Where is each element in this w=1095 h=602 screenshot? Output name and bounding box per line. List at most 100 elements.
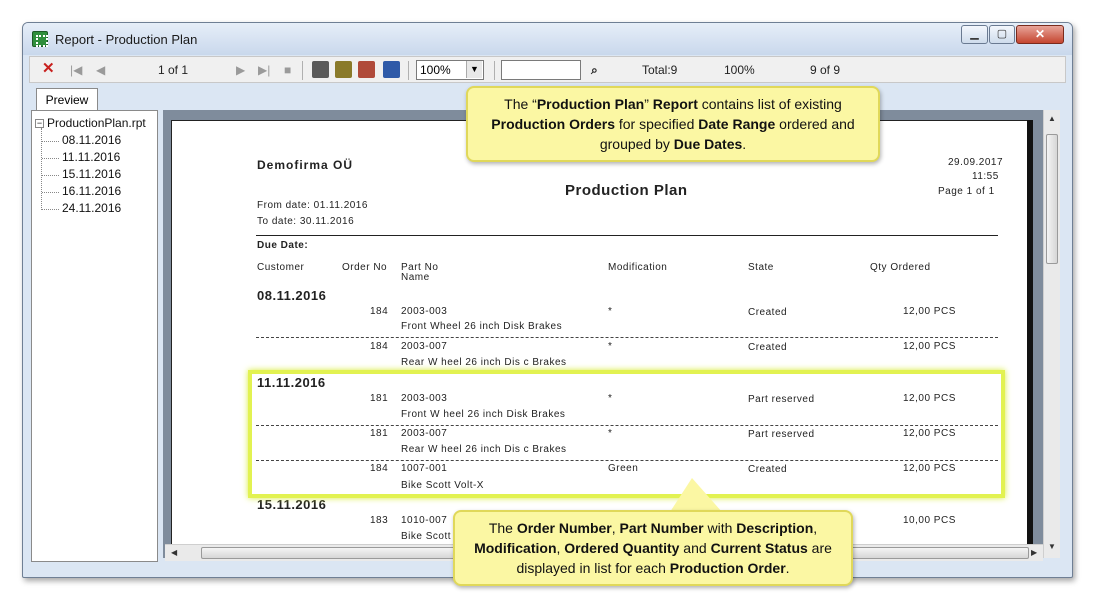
stop-icon[interactable]: ■ (284, 61, 291, 79)
tree-connector (42, 192, 59, 193)
tree-connector (42, 158, 59, 159)
previous-page-icon[interactable]: ◀ (96, 61, 105, 79)
from-date: From date: 01.11.2016 (257, 200, 368, 211)
window-title: Report - Production Plan (55, 32, 198, 47)
binoculars-search-icon[interactable]: ⌕ (591, 61, 598, 79)
total-count: Total:9 (642, 63, 678, 77)
tree-item[interactable]: 16.11.2016 (62, 184, 121, 198)
record-count: 9 of 9 (810, 63, 841, 77)
close-button[interactable]: ✕ (1016, 25, 1064, 44)
quantity: 12,00 PCS (903, 306, 956, 317)
toolbar-divider (494, 61, 495, 80)
group-tree-icon[interactable] (383, 61, 400, 78)
tree-item[interactable]: 15.11.2016 (62, 167, 121, 181)
group-date: 15.11.2016 (257, 497, 327, 512)
callout-text: and (679, 540, 711, 556)
scroll-right-icon[interactable]: ▶ (1031, 548, 1037, 557)
page-indicator: 1 of 1 (158, 63, 189, 77)
part-description: Bike Scott (401, 531, 452, 542)
vertical-scroll-thumb[interactable] (1046, 134, 1058, 264)
percent-read: 100% (724, 63, 755, 77)
part-number: 2003-007 (401, 341, 448, 352)
last-page-icon[interactable]: ▶| (258, 61, 270, 79)
tree-connector (42, 175, 59, 176)
modification: * (608, 306, 613, 317)
part-number: 1010-007 (401, 515, 448, 526)
quantity: 12,00 PCS (903, 341, 956, 352)
search-input[interactable] (501, 60, 581, 80)
column-header-state: State (748, 262, 774, 273)
company-name: Demofirma OÜ (257, 158, 354, 172)
group-date: 08.11.2016 (257, 288, 327, 303)
part-description: Front Wheel 26 inch Disk Brakes (401, 321, 563, 332)
callout-bold-text: Production Order (669, 560, 786, 576)
report-date: 29.09.2017 (948, 157, 1004, 168)
callout-text: ” (644, 96, 653, 112)
callout-bold-text: Ordered Quantity (564, 540, 680, 556)
callout-bold-text: Production Plan (536, 96, 645, 112)
callout-bold-text: Production Orders (491, 116, 615, 132)
callout-pointer (670, 478, 722, 512)
callout-bold-text: Report (652, 96, 698, 112)
callout-bold-text: Order Number (516, 520, 612, 536)
callout-bold-text: Modification (474, 540, 557, 556)
first-page-icon[interactable]: |◀ (70, 61, 82, 79)
order-number: 184 (370, 341, 389, 352)
callout-text: . (785, 560, 790, 576)
quantity: 10,00 PCS (903, 515, 956, 526)
export-icon[interactable] (358, 61, 375, 78)
next-page-icon[interactable]: ▶ (236, 61, 245, 79)
callout-text: The “ (504, 96, 537, 112)
callout-report-description: The “Production Plan” Report contains li… (466, 86, 880, 162)
due-date-label: Due Date: (257, 240, 309, 251)
scroll-up-icon[interactable]: ▲ (1048, 114, 1056, 123)
app-icon (32, 31, 48, 47)
column-header-modification: Modification (608, 262, 668, 273)
report-page-number: Page 1 of 1 (938, 186, 995, 197)
callout-text: with (703, 520, 737, 536)
vertical-scrollbar[interactable]: ▲ ▼ (1043, 110, 1060, 558)
title-bar[interactable]: Report - Production Plan ▁ ▢ ✕ (23, 23, 1072, 55)
callout-text: , (611, 520, 620, 536)
column-header-order-no: Order No (342, 262, 388, 273)
callout-text: , (813, 520, 818, 536)
tree-item[interactable]: 24.11.2016 (62, 201, 121, 215)
collapse-icon[interactable]: − (35, 119, 44, 128)
zoom-value: 100% (420, 63, 451, 77)
callout-bold-text: Date Range (698, 116, 776, 132)
close-report-icon[interactable]: ✕ (42, 60, 55, 78)
chevron-down-icon[interactable]: ▼ (466, 61, 482, 78)
column-header-customer: Customer (257, 262, 305, 273)
report-title: Production Plan (565, 182, 688, 199)
part-description: Rear W heel 26 inch Dis c Brakes (401, 357, 567, 368)
tree-connector (42, 209, 59, 210)
toolbar-divider (408, 61, 409, 80)
tree-item[interactable]: 08.11.2016 (62, 133, 121, 147)
order-number: 184 (370, 306, 389, 317)
row-divider (256, 337, 998, 338)
tree-item[interactable]: 11.11.2016 (62, 150, 120, 164)
callout-columns-description: The Order Number, Part Number with Descr… (453, 510, 853, 586)
minimize-button[interactable]: ▁ (961, 25, 988, 44)
status: Created (748, 342, 788, 353)
callout-text: . (742, 136, 747, 152)
to-date: To date: 30.11.2016 (257, 216, 355, 227)
callout-bold-text: Current Status (710, 540, 808, 556)
print-setup-icon[interactable] (335, 61, 352, 78)
group-tree: − ProductionPlan.rpt 08.11.2016 11.11.201… (31, 110, 158, 562)
tree-connector (42, 141, 59, 142)
maximize-button[interactable]: ▢ (989, 25, 1015, 44)
callout-bold-text: Due Dates (673, 136, 743, 152)
tree-root[interactable]: − ProductionPlan.rpt (35, 116, 146, 130)
callout-text: contains list of existing (697, 96, 842, 112)
column-header-name: Name (401, 272, 430, 283)
callout-text: for specified (614, 116, 699, 132)
scroll-left-icon[interactable]: ◀ (171, 548, 177, 557)
callout-text: The (488, 520, 517, 536)
tab-preview[interactable]: Preview (36, 88, 98, 111)
scroll-down-icon[interactable]: ▼ (1048, 542, 1056, 551)
report-toolbar: ✕ |◀ ◀ 1 of 1 ▶ ▶| ■ 100% ▼ ⌕ Total:9 10… (29, 56, 1066, 83)
status: Created (748, 307, 788, 318)
toolbar-divider (302, 61, 303, 80)
print-icon[interactable] (312, 61, 329, 78)
